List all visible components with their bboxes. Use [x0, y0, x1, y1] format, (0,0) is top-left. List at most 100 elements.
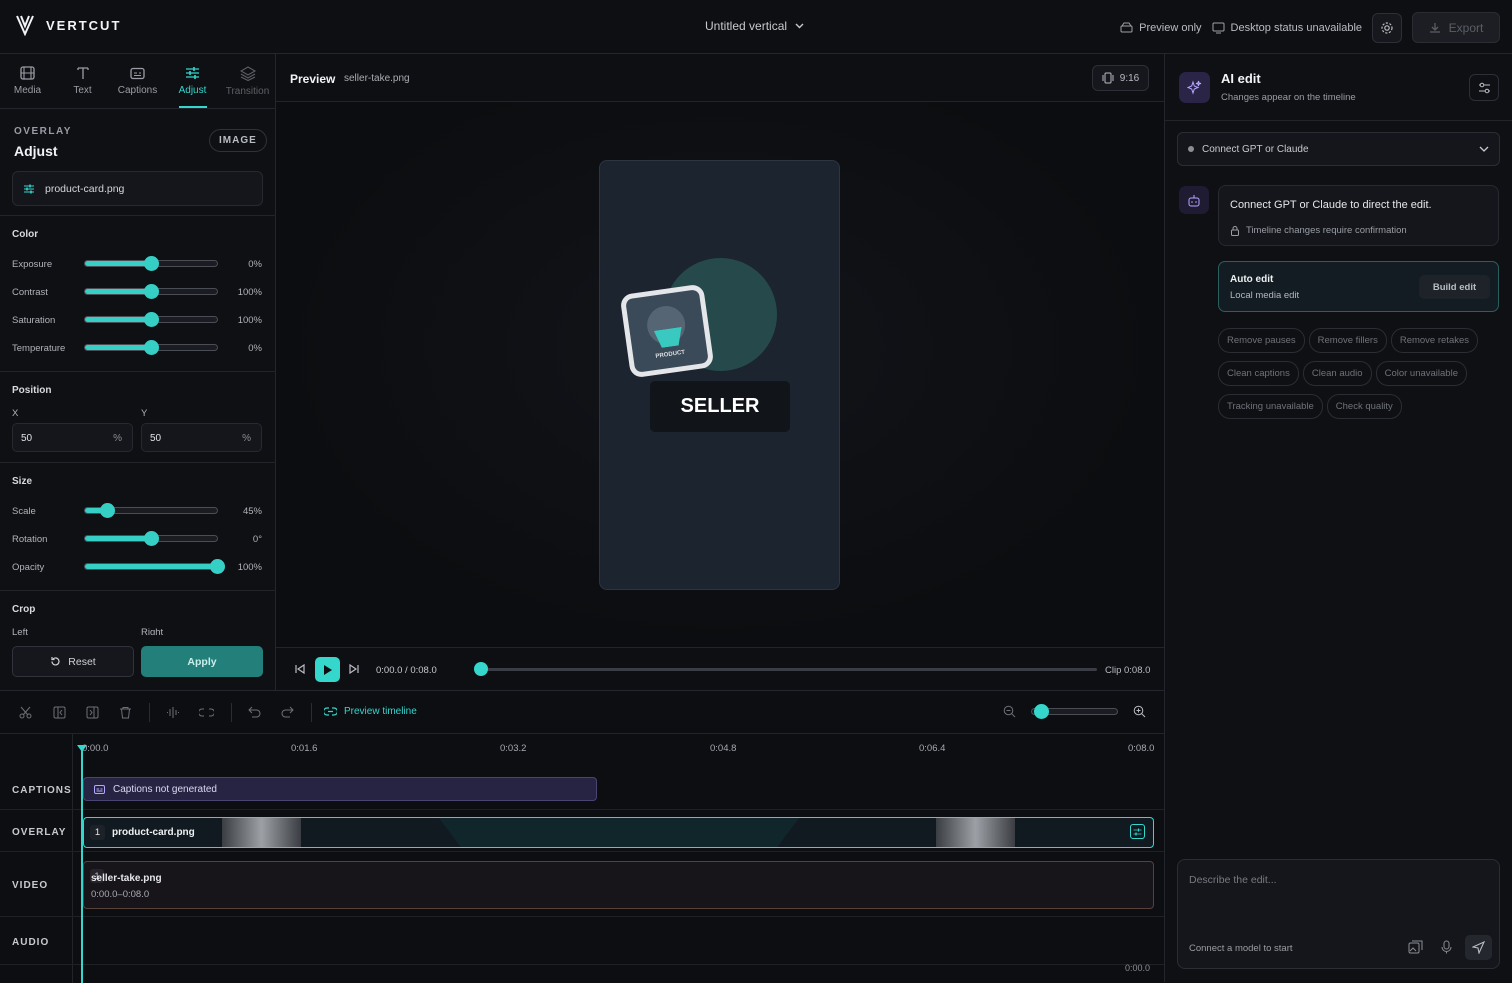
- preview-stage: PRODUCT SELLER: [276, 102, 1164, 647]
- opacity-slider[interactable]: [84, 559, 225, 574]
- tab-captions-label: Captions: [117, 84, 158, 96]
- rotation-slider[interactable]: [84, 531, 218, 546]
- drive-icon: [1120, 22, 1133, 33]
- y-position-value: 50: [150, 433, 162, 444]
- slider-handle[interactable]: [144, 312, 159, 327]
- zoom-out-icon[interactable]: [1003, 705, 1016, 718]
- slider-handle[interactable]: [100, 503, 115, 518]
- unit-label: %: [242, 433, 251, 444]
- chip-color-unavailable[interactable]: Color unavailable: [1375, 361, 1467, 386]
- slider-handle[interactable]: [210, 559, 225, 574]
- slider-handle[interactable]: [144, 531, 159, 546]
- skip-back-icon[interactable]: [294, 663, 306, 675]
- trash-icon[interactable]: [119, 706, 132, 719]
- build-edit-button[interactable]: Build edit: [1419, 275, 1490, 299]
- clip-adjust-button[interactable]: [1130, 824, 1145, 839]
- preview-timeline-link[interactable]: Preview timeline: [324, 706, 417, 717]
- overlay-text: PRODUCT: [655, 349, 686, 360]
- project-title-dropdown[interactable]: Untitled vertical: [705, 19, 804, 33]
- video-clip[interactable]: 1 seller-take.png 0:00.0–0:08.0: [83, 861, 1154, 909]
- tab-text[interactable]: Text: [55, 54, 110, 108]
- slider-handle[interactable]: [144, 284, 159, 299]
- ruler-tick: 0:08.0: [1128, 743, 1155, 754]
- temperature-slider[interactable]: [84, 340, 218, 355]
- scrubber-handle[interactable]: [474, 662, 488, 676]
- zoom-slider[interactable]: [1031, 704, 1118, 719]
- slider-handle[interactable]: [144, 256, 159, 271]
- play-button[interactable]: [315, 657, 340, 682]
- playhead-handle[interactable]: [77, 745, 87, 752]
- chip-clean-captions[interactable]: Clean captions: [1218, 361, 1299, 386]
- saturation-slider[interactable]: [84, 312, 218, 327]
- saturation-value: 100%: [237, 315, 262, 326]
- chip-remove-fillers[interactable]: Remove fillers: [1308, 328, 1387, 353]
- lane-divider: [0, 916, 1164, 917]
- chip-remove-pauses[interactable]: Remove pauses: [1218, 328, 1305, 353]
- zoom-in-icon[interactable]: [1133, 705, 1146, 718]
- zoom-slider-handle[interactable]: [1034, 704, 1049, 719]
- product-overlay[interactable]: PRODUCT: [619, 283, 715, 379]
- redo-icon[interactable]: [281, 706, 294, 718]
- caption-text[interactable]: SELLER: [650, 381, 790, 432]
- video-canvas[interactable]: PRODUCT SELLER: [599, 160, 840, 590]
- preview-status-label: Preview only: [1139, 21, 1202, 34]
- tab-adjust[interactable]: Adjust: [165, 54, 220, 108]
- scrubber[interactable]: [474, 662, 1097, 676]
- tab-captions[interactable]: Captions: [110, 54, 165, 108]
- x-position-input[interactable]: 50%: [12, 423, 133, 452]
- divider: [0, 215, 276, 216]
- track-label-overlay: OVERLAY: [12, 827, 67, 838]
- image-upload-icon[interactable]: [1408, 940, 1423, 954]
- play-icon: [323, 664, 332, 675]
- microphone-icon[interactable]: [1441, 940, 1452, 954]
- prompt-input[interactable]: Describe the edit...: [1189, 874, 1277, 886]
- app-name: VERTCUT: [46, 17, 122, 33]
- y-position-input[interactable]: 50%: [141, 423, 262, 452]
- exposure-slider[interactable]: [84, 256, 218, 271]
- rotation-label: Rotation: [12, 534, 48, 545]
- slider-handle[interactable]: [144, 340, 159, 355]
- bot-icon: [1188, 194, 1200, 206]
- chip-remove-retakes[interactable]: Remove retakes: [1390, 328, 1479, 353]
- settings-button[interactable]: [1372, 12, 1402, 43]
- divider: [0, 371, 276, 372]
- waveform-icon[interactable]: [166, 706, 180, 719]
- playback-controls: 0:00.0 / 0:08.0 Clip 0:08.0: [276, 647, 1164, 690]
- aspect-ratio-button[interactable]: 9:16: [1092, 65, 1149, 91]
- export-label: Export: [1448, 20, 1484, 35]
- trim-end-icon[interactable]: [86, 706, 99, 719]
- chip-tracking-unavailable[interactable]: Tracking unavailable: [1218, 394, 1323, 419]
- divider: [0, 462, 276, 463]
- divider: [1165, 120, 1512, 121]
- export-button[interactable]: Export: [1412, 12, 1500, 43]
- tab-media[interactable]: Media: [0, 54, 55, 108]
- ai-settings-button[interactable]: [1469, 74, 1499, 101]
- chip-check-quality[interactable]: Check quality: [1326, 394, 1402, 419]
- playhead[interactable]: [81, 745, 83, 983]
- trim-start-icon[interactable]: [53, 706, 66, 719]
- reset-button[interactable]: Reset: [12, 646, 134, 677]
- audio-time-readout: 0:00.0: [1125, 963, 1151, 973]
- skip-forward-icon[interactable]: [348, 663, 360, 675]
- undo-icon[interactable]: [248, 706, 261, 718]
- apply-button[interactable]: Apply: [141, 646, 263, 677]
- unlink-icon[interactable]: [199, 706, 214, 719]
- model-select[interactable]: Connect GPT or Claude: [1177, 132, 1500, 166]
- contrast-slider[interactable]: [84, 284, 218, 299]
- apply-label: Apply: [187, 655, 217, 668]
- captions-clip[interactable]: Captions not generated: [83, 777, 597, 801]
- preview-panel: Preview seller-take.png 9:16 PRODUCT SEL…: [276, 54, 1164, 690]
- quick-actions: Remove pauses Remove fillers Remove retake…: [1218, 328, 1502, 427]
- selected-file[interactable]: product-card.png: [12, 171, 263, 206]
- tab-transition[interactable]: Transition: [220, 54, 275, 108]
- desktop-status: Desktop status unavailable: [1212, 22, 1362, 34]
- send-button[interactable]: [1465, 935, 1492, 960]
- captions-clip-label: Captions not generated: [113, 783, 217, 795]
- scale-slider[interactable]: [84, 503, 218, 518]
- scissors-icon[interactable]: [19, 706, 32, 719]
- ai-message-note: Timeline changes require confirmation: [1230, 225, 1407, 236]
- crop-group-title: Crop: [12, 604, 36, 615]
- exposure-label: Exposure: [12, 259, 53, 270]
- chip-clean-audio[interactable]: Clean audio: [1302, 361, 1372, 386]
- overlay-clip[interactable]: 1 product-card.png: [83, 817, 1154, 848]
